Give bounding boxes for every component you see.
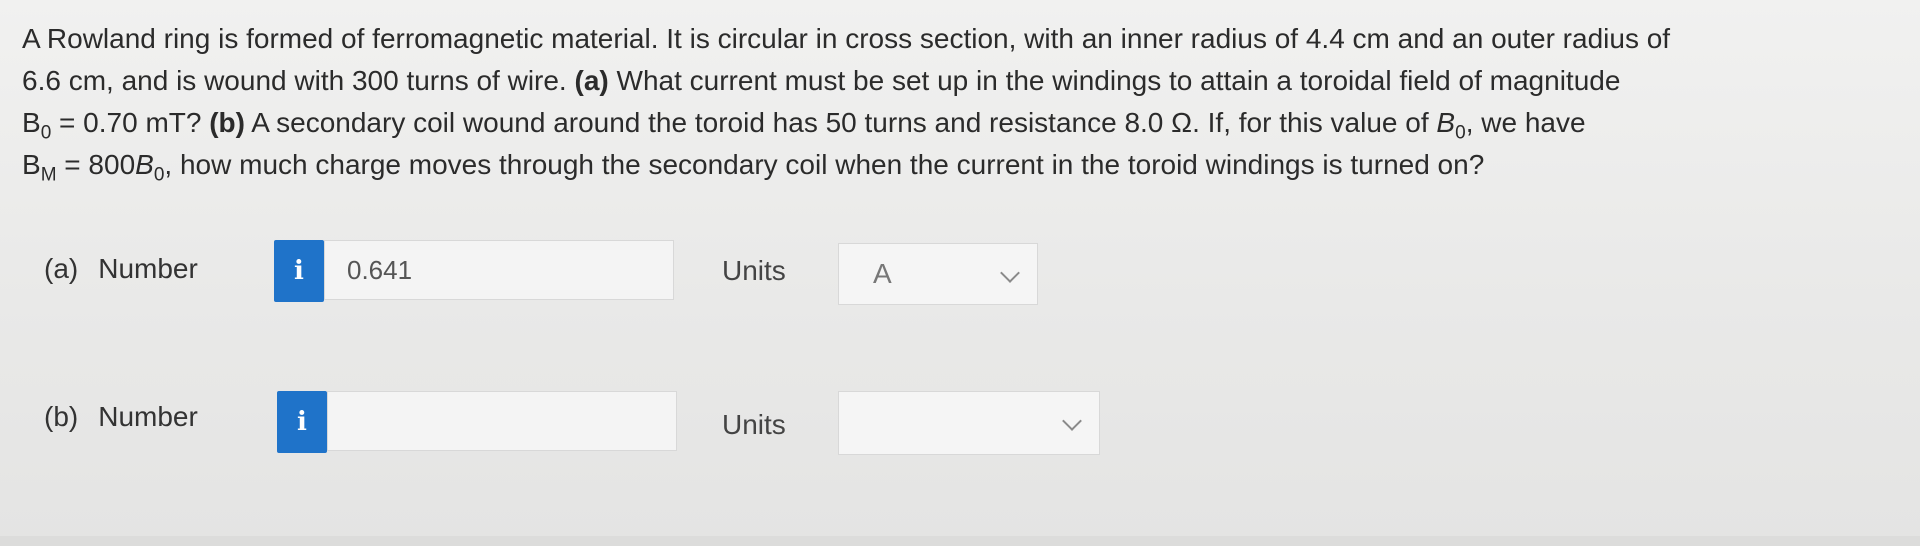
part-a-label: (a) Number [44, 253, 198, 285]
bm-subscript: M [40, 164, 57, 186]
b0-symbol-italic: B [1436, 107, 1456, 138]
part-a-units-label: Units [722, 255, 786, 286]
part-a-number-input[interactable] [324, 240, 674, 300]
part-b-marker: (b) [209, 107, 245, 138]
question-line-3-end: , we have [1465, 107, 1586, 138]
part-b-letter: (b) [44, 401, 79, 432]
question-line-3: B0 = 0.70 mT? (b) A secondary coil wound… [22, 102, 1902, 144]
b0-symbol: B [22, 107, 41, 138]
part-b-units-select[interactable] [838, 391, 1100, 455]
question-line-2: 6.6 cm, and is wound with 300 turns of w… [22, 60, 1902, 102]
answer-row-b: (b) Number i Units [0, 385, 1920, 455]
part-a-units-value: A [873, 258, 892, 289]
b0-subscript-line4: 0 [153, 164, 165, 186]
question-text: A Rowland ring is formed of ferromagneti… [22, 18, 1902, 186]
question-line-3-middle: A secondary coil wound around the toroid… [245, 107, 1437, 138]
question-line-2-end: What current must be set up in the windi… [608, 65, 1621, 96]
chevron-down-icon [1062, 411, 1082, 431]
question-line-1-text: A Rowland ring is formed of ferromagneti… [22, 23, 1671, 54]
b0-symbol-line4: B [135, 149, 154, 180]
part-a-number-label: Number [98, 253, 198, 284]
part-a-units-select[interactable]: A [838, 243, 1038, 305]
chevron-down-icon [1000, 263, 1020, 283]
part-a-letter: (a) [44, 253, 79, 284]
part-b-number-label: Number [98, 401, 198, 432]
question-line-4: BM = 800B0, how much charge moves throug… [22, 144, 1902, 186]
question-line-4-start: = 800 [56, 149, 136, 180]
bm-symbol: B [22, 149, 41, 180]
question-line-1: A Rowland ring is formed of ferromagneti… [22, 18, 1902, 60]
b0-subscript: 0 [40, 122, 52, 144]
part-b-number-input[interactable] [327, 391, 677, 451]
question-line-2-start: 6.6 cm, and is wound with 300 turns of w… [22, 65, 575, 96]
info-icon[interactable]: i [277, 391, 327, 453]
question-line-3-start: = 0.70 mT? [51, 107, 210, 138]
b0-italic-subscript: 0 [1455, 122, 1466, 144]
part-a-marker: (a) [574, 65, 609, 96]
question-line-4-end: , how much charge moves through the seco… [164, 149, 1485, 180]
part-b-label: (b) Number [44, 401, 198, 433]
part-b-units-label: Units [722, 409, 786, 440]
info-icon[interactable]: i [274, 240, 324, 302]
bottom-divider [0, 536, 1920, 546]
answer-row-a: (a) Number i Units A [0, 237, 1920, 307]
